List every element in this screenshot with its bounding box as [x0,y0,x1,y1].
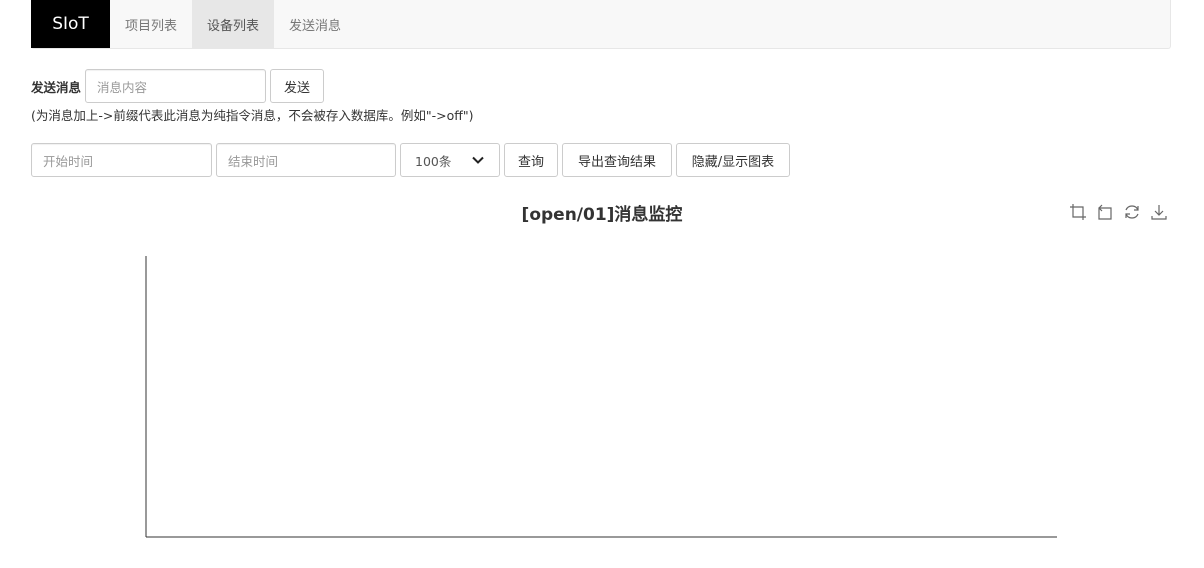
export-results-button[interactable]: 导出查询结果 [562,143,672,177]
zoom-reset-icon[interactable] [1095,202,1115,222]
start-time-input[interactable]: 开始时间 [31,143,212,177]
top-navbar: SIoT 项目列表 设备列表 发送消息 [31,0,1171,49]
zoom-icon[interactable] [1068,202,1088,222]
save-image-icon[interactable] [1149,202,1169,222]
send-message-form: 发送消息 消息内容 发送 [31,69,325,103]
nav-item-send-message[interactable]: 发送消息 [274,0,356,48]
nav-item-devices[interactable]: 设备列表 [192,0,275,48]
send-message-label: 发送消息 [31,79,82,95]
chart-toolbox [1068,202,1169,222]
chevron-down-icon [472,156,484,164]
brand-logo[interactable]: SIoT [31,0,110,48]
query-button[interactable]: 查询 [504,143,558,177]
result-limit-value: 100条 [415,153,452,169]
toggle-chart-button[interactable]: 隐藏/显示图表 [676,143,790,177]
command-prefix-hint: (为消息加上->前缀代表此消息为纯指令消息，不会被存入数据库。例如"->off"… [31,108,474,123]
send-button[interactable]: 发送 [270,69,325,103]
chart-title: [open/01]消息监控 [521,205,683,225]
restore-icon[interactable] [1122,202,1142,222]
message-monitor-chart [145,256,1057,538]
result-limit-select[interactable]: 100条 [400,143,500,177]
nav-item-projects[interactable]: 项目列表 [110,0,192,48]
end-time-input[interactable]: 结束时间 [216,143,396,177]
query-form: 开始时间 结束时间 100条 查询 导出查询结果 隐藏/显示图表 [31,143,790,177]
message-content-input[interactable]: 消息内容 [85,69,267,103]
